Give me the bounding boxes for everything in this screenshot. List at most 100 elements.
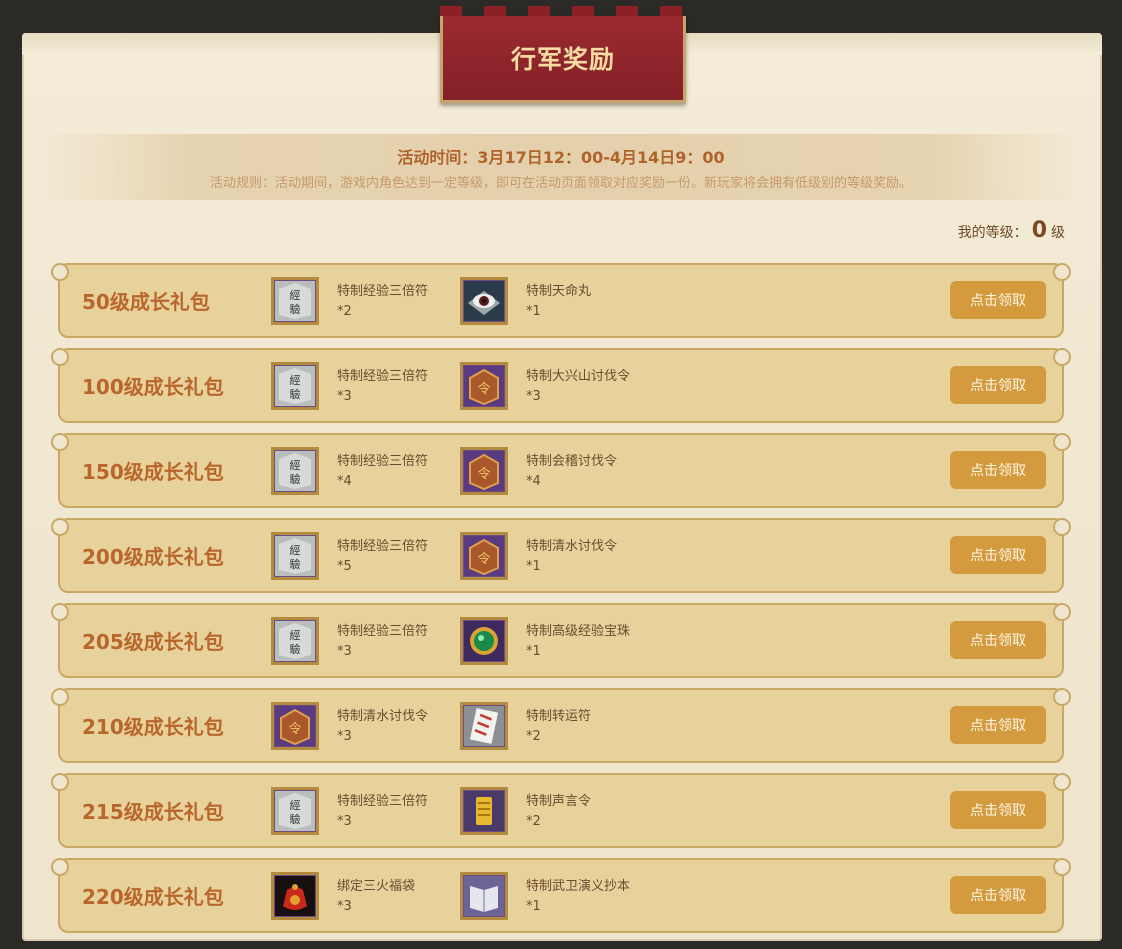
eye-pill-icon [460, 277, 508, 325]
reward-item-qty: *4 [526, 474, 541, 489]
scroll-icon: 經驗 [271, 617, 319, 665]
svg-text:驗: 驗 [290, 472, 301, 486]
reward-item-qty: *4 [337, 474, 352, 489]
reward-item-qty: *1 [526, 559, 541, 574]
token-icon: 令 [460, 532, 508, 580]
claim-button[interactable]: 点击领取 [950, 366, 1046, 404]
svg-text:驗: 驗 [290, 642, 301, 656]
reward-item-qty: *1 [526, 899, 541, 914]
my-level-label: 我的等级： [957, 225, 1028, 241]
svg-text:驗: 驗 [290, 557, 301, 571]
my-level: 我的等级： 0 级 [958, 218, 1065, 243]
svg-text:經: 經 [290, 628, 301, 642]
reward-item-name: 绑定三火福袋 [337, 879, 416, 894]
reward-item-name: 特制经验三倍符 [337, 624, 429, 639]
svg-text:經: 經 [290, 288, 301, 302]
package-list: 50级成长礼包經驗特制经验三倍符 *2 特制天命丸 *1 点击领取 100级成长礼包經驗特… [51, 263, 1071, 943]
package-name: 50级成长礼包 [82, 290, 210, 314]
reward-item-name: 特制经验三倍符 [337, 369, 429, 384]
claim-button[interactable]: 点击领取 [950, 451, 1046, 489]
reward-item-qty: *3 [337, 814, 352, 829]
my-level-value: 0 [1031, 218, 1047, 243]
claim-button[interactable]: 点击领取 [950, 876, 1046, 914]
claim-button[interactable]: 点击领取 [950, 621, 1046, 659]
scroll-icon: 經驗 [271, 277, 319, 325]
package-name: 210级成长礼包 [82, 715, 224, 739]
reward-item-name: 特制高级经验宝珠 [526, 624, 631, 639]
reward-item-name: 特制经验三倍符 [337, 794, 429, 809]
package-name: 220级成长礼包 [82, 885, 224, 909]
reward-item: 特制会稽讨伐令 *4 [526, 452, 617, 492]
scroll-icon: 經驗 [271, 787, 319, 835]
claim-button[interactable]: 点击领取 [950, 281, 1046, 319]
reward-item-name: 特制经验三倍符 [337, 454, 429, 469]
svg-text:令: 令 [477, 382, 490, 397]
claim-button[interactable]: 点击领取 [950, 791, 1046, 829]
reward-item-qty: *2 [337, 304, 352, 319]
reward-item-name: 特制转运符 [526, 709, 592, 724]
gold-scroll-icon [460, 787, 508, 835]
package-row: 100级成长礼包 經驗 特制经验三倍符 *3 令 特制大兴山讨伐令 *3 点击领取 [51, 348, 1071, 423]
reward-item-name: 特制经验三倍符 [337, 284, 429, 299]
svg-text:驗: 驗 [290, 302, 301, 316]
scroll-icon: 經驗 [271, 532, 319, 580]
reward-item: 特制清水讨伐令 *1 [526, 537, 617, 577]
package-name: 100级成长礼包 [82, 375, 224, 399]
svg-text:令: 令 [477, 552, 490, 567]
svg-text:經: 經 [290, 798, 301, 812]
reward-item: 特制武卫演义抄本 *1 [526, 877, 630, 917]
reward-item-qty: *1 [526, 304, 541, 319]
svg-text:令: 令 [477, 467, 490, 482]
package-row: 205级成长礼包 經驗 特制经验三倍符 *3 特制高级经验宝珠 *1 点击领取 [51, 603, 1071, 678]
scroll-icon: 經驗 [271, 362, 319, 410]
reward-item-qty: *3 [337, 644, 352, 659]
reward-item-qty: *3 [337, 899, 352, 914]
reward-item-name: 特制大兴山讨伐令 [526, 369, 631, 384]
svg-text:經: 經 [290, 373, 301, 387]
reward-item-name: 特制武卫演义抄本 [526, 879, 631, 894]
reward-item: 特制转运符 *2 [526, 707, 591, 747]
reward-item: 特制大兴山讨伐令 *3 [526, 367, 630, 407]
reward-item: 特制经验三倍符 *4 [337, 452, 428, 492]
reward-item-name: 特制会稽讨伐令 [526, 454, 618, 469]
token-icon: 令 [460, 447, 508, 495]
book-icon [460, 872, 508, 920]
reward-item-qty: *1 [526, 644, 541, 659]
reward-item-qty: *2 [526, 729, 541, 744]
svg-text:令: 令 [288, 722, 301, 737]
reward-item-name: 特制清水讨伐令 [337, 709, 429, 724]
claim-button[interactable]: 点击领取 [950, 706, 1046, 744]
reward-item-name: 特制清水讨伐令 [526, 539, 618, 554]
orb-icon [460, 617, 508, 665]
title-banner: 行军奖励 [437, 6, 686, 103]
reward-item: 特制高级经验宝珠 *1 [526, 622, 630, 662]
my-level-unit: 级 [1051, 225, 1065, 241]
reward-item: 特制天命丸 *1 [526, 282, 591, 322]
reward-item: 特制经验三倍符 *2 [337, 282, 428, 322]
page-title: 行军奖励 [510, 45, 615, 74]
package-name: 150级成长礼包 [82, 460, 224, 484]
paper-talisman-icon [460, 702, 508, 750]
package-row: 200级成长礼包 經驗 特制经验三倍符 *5 令 特制清水讨伐令 *1 点击领取 [51, 518, 1071, 593]
package-name: 200级成长礼包 [82, 545, 224, 569]
reward-item-qty: *3 [526, 389, 541, 404]
reward-item: 特制经验三倍符 *3 [337, 622, 428, 662]
reward-item-name: 特制经验三倍符 [337, 539, 429, 554]
activity-rules: 活动规则：活动期间，游戏内角色达到一定等级，即可在活动页面领取对应奖励一份。新玩… [209, 176, 912, 191]
svg-text:經: 經 [290, 543, 301, 557]
lucky-bag-icon [271, 872, 319, 920]
token-icon: 令 [460, 362, 508, 410]
reward-item: 特制清水讨伐令 *3 [337, 707, 428, 747]
reward-item-qty: *3 [337, 389, 352, 404]
svg-text:驗: 驗 [290, 812, 301, 826]
reward-item-name: 特制天命丸 [526, 284, 592, 299]
token-icon: 令 [271, 702, 319, 750]
package-name: 205级成长礼包 [82, 630, 224, 654]
activity-info: 活动时间：3月17日12：00-4月14日9：00 活动规则：活动期间，游戏内角… [40, 134, 1082, 200]
reward-item-name: 特制声言令 [526, 794, 592, 809]
claim-button[interactable]: 点击领取 [950, 536, 1046, 574]
reward-item-qty: *5 [337, 559, 352, 574]
package-row: 50级成长礼包 經驗 特制经验三倍符 *2 特制天命丸 *1 点击领取 [51, 263, 1071, 338]
reward-item-qty: *3 [337, 729, 352, 744]
reward-item: 特制经验三倍符 *5 [337, 537, 428, 577]
